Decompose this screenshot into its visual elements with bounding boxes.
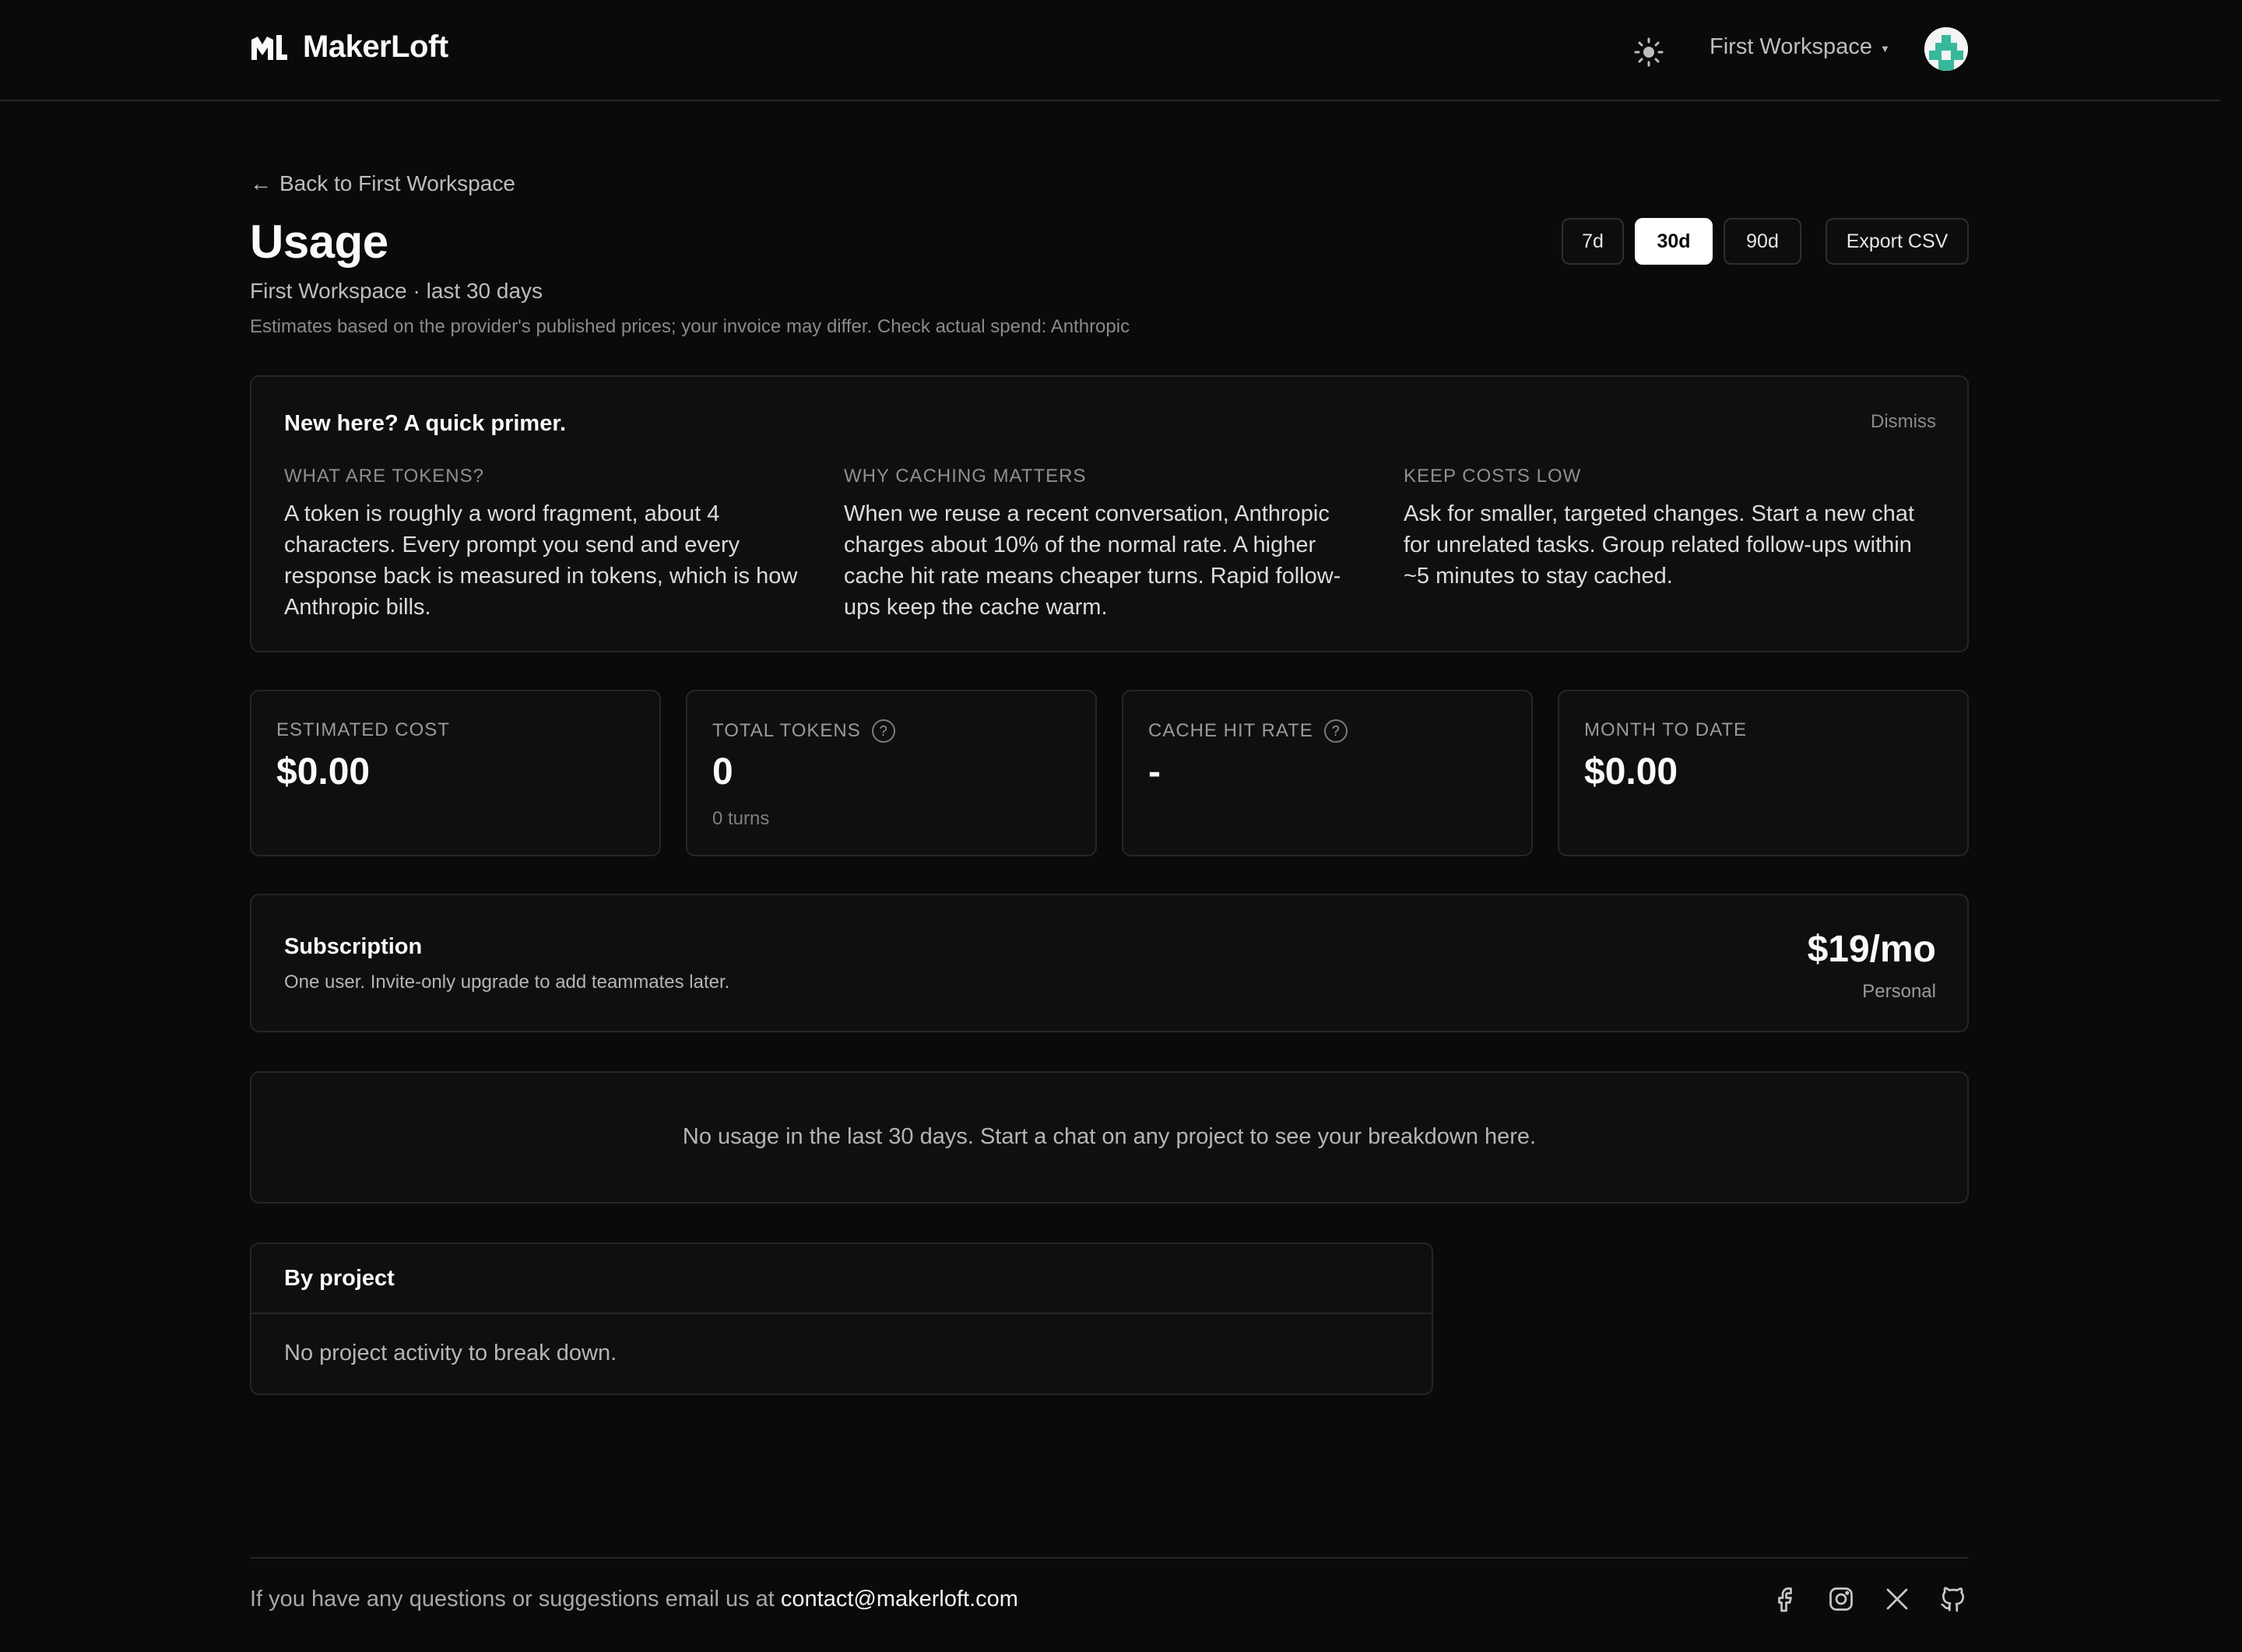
stat-value: $0.00	[276, 751, 371, 793]
stat-value: -	[1148, 751, 1161, 793]
usage-empty-state: No usage in the last 30 days. Start a ch…	[250, 1071, 1969, 1204]
primer-column-tokens: WHAT ARE TOKENS? A token is roughly a wo…	[284, 466, 798, 623]
stat-value: $0.00	[1584, 751, 1678, 793]
facebook-icon	[1778, 1587, 1792, 1612]
user-avatar-icon	[1924, 27, 1968, 71]
back-link-label: Back to First Workspace	[279, 171, 515, 195]
footer-divider	[250, 1557, 1969, 1559]
stat-card-cache-hit-rate: CACHE HIT RATE ? -	[1122, 690, 1533, 856]
brand[interactable]: MakerLoft	[250, 30, 448, 65]
by-project-empty: No project activity to break down.	[284, 1341, 617, 1366]
workspace-name: First Workspace	[1710, 34, 1872, 59]
facebook-link[interactable]	[1768, 1582, 1802, 1616]
x-icon	[1886, 1588, 1908, 1610]
primer-column-caching: WHY CACHING MATTERS When we reuse a rece…	[844, 466, 1358, 623]
stat-value: 0	[712, 751, 733, 793]
by-project-card: By project No project activity to break …	[250, 1243, 1433, 1395]
theme-toggle-button[interactable]	[1632, 35, 1666, 69]
stat-label: ESTIMATED COST	[276, 719, 450, 741]
makerloft-logo-icon	[251, 34, 287, 60]
stat-label-text: ESTIMATED COST	[276, 719, 450, 740]
page-title: Usage	[250, 216, 388, 268]
footer-email-link[interactable]: contact@makerloft.com	[781, 1587, 1018, 1612]
workspace-switcher[interactable]: First Workspace ▼	[1710, 34, 1890, 60]
stat-label-text: MONTH TO DATE	[1584, 719, 1748, 740]
primer-body: Ask for smaller, targeted changes. Start…	[1404, 501, 1915, 589]
instagram-link[interactable]	[1824, 1582, 1858, 1616]
pricing-note: Estimates based on the provider's publis…	[250, 316, 1130, 337]
subscription-description: One user. Invite-only upgrade to add tea…	[284, 972, 730, 993]
subscription-title: Subscription	[284, 934, 423, 959]
back-link[interactable]: ← Back to First Workspace	[250, 171, 515, 196]
github-icon	[1941, 1587, 1965, 1612]
range-7d-button[interactable]: 7d	[1562, 218, 1624, 265]
sun-icon	[1634, 37, 1664, 67]
primer-heading: WHAT ARE TOKENS?	[284, 466, 484, 487]
range-30d-button[interactable]: 30d	[1635, 218, 1713, 265]
primer-heading: KEEP COSTS LOW	[1404, 466, 1582, 487]
help-icon[interactable]: ?	[871, 719, 895, 743]
export-csv-button[interactable]: Export CSV	[1826, 218, 1969, 265]
footer-message: If you have any questions or suggestions…	[250, 1587, 781, 1612]
instagram-icon	[1829, 1587, 1853, 1611]
stat-subtext: 0 turns	[712, 808, 770, 829]
range-90d-button[interactable]: 90d	[1724, 218, 1801, 265]
top-bar: MakerLoft First Workspace ▼	[0, 0, 2220, 101]
subscription-price: $19/mo	[1807, 929, 1936, 970]
primer-title: New here? A quick primer.	[284, 411, 567, 436]
stat-label: MONTH TO DATE	[1584, 719, 1747, 741]
primer-column-costs: KEEP COSTS LOW Ask for smaller, targeted…	[1404, 466, 1917, 592]
stat-label-text: CACHE HIT RATE	[1148, 720, 1313, 741]
dismiss-button[interactable]: Dismiss	[1871, 411, 1936, 433]
github-link[interactable]	[1936, 1582, 1970, 1616]
stat-label-text: TOTAL TOKENS	[712, 720, 861, 741]
empty-state-message: No usage in the last 30 days. Start a ch…	[682, 1124, 1537, 1149]
stat-label: TOTAL TOKENS ?	[712, 719, 895, 743]
page-subtitle: First Workspace · last 30 days	[250, 279, 543, 303]
avatar[interactable]	[1924, 27, 1968, 71]
stat-card-estimated-cost: ESTIMATED COST $0.00	[250, 690, 661, 856]
arrow-left-icon: ←	[250, 171, 272, 195]
stat-card-month-to-date: MONTH TO DATE $0.00	[1558, 690, 1969, 856]
primer-body: When we reuse a recent conversation, Ant…	[844, 501, 1341, 620]
by-project-title: By project	[284, 1266, 395, 1291]
primer-heading: WHY CACHING MATTERS	[844, 466, 1087, 487]
stat-card-total-tokens: TOTAL TOKENS ? 0 0 turns	[686, 690, 1097, 856]
x-link[interactable]	[1880, 1582, 1914, 1616]
by-project-header: By project	[251, 1244, 1432, 1314]
brand-name: MakerLoft	[303, 30, 448, 64]
subscription-plan: Personal	[1862, 981, 1936, 1002]
stat-label: CACHE HIT RATE ?	[1148, 719, 1348, 743]
footer-text: If you have any questions or suggestions…	[250, 1587, 1018, 1612]
subscription-card: Subscription One user. Invite-only upgra…	[250, 894, 1969, 1032]
caret-down-icon: ▼	[1879, 43, 1890, 54]
primer-card: New here? A quick primer. Dismiss WHAT A…	[250, 375, 1969, 652]
help-icon[interactable]: ?	[1323, 719, 1348, 743]
primer-body: A token is roughly a word fragment, abou…	[284, 501, 798, 620]
